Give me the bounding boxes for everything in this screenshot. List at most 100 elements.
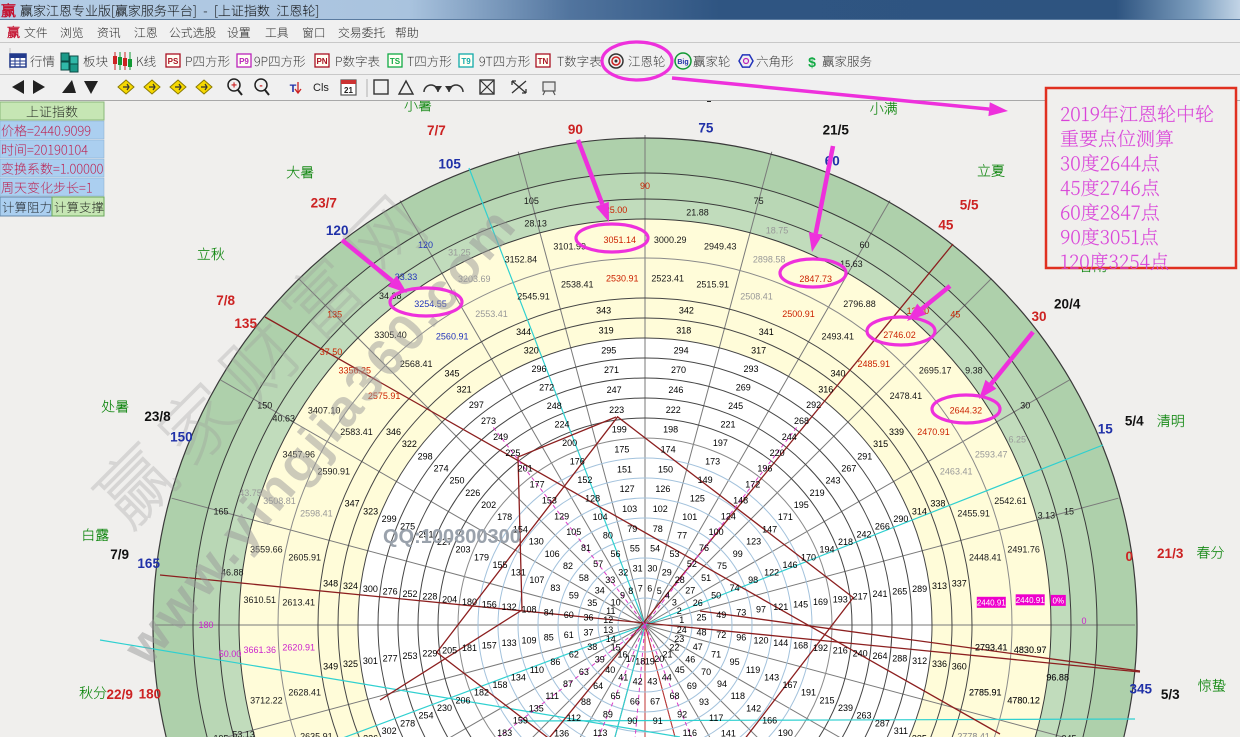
svg-text:342: 342	[679, 306, 694, 316]
svg-text:252: 252	[402, 589, 417, 599]
svg-text:246: 246	[668, 385, 683, 395]
svg-text:2545.91: 2545.91	[517, 291, 550, 301]
svg-text:254: 254	[418, 711, 433, 721]
svg-text:135: 135	[234, 316, 257, 331]
svg-text:195: 195	[213, 734, 228, 737]
svg-text:195: 195	[794, 500, 809, 510]
svg-text:31: 31	[633, 564, 643, 574]
svg-text:77: 77	[677, 530, 687, 540]
svg-text:296: 296	[531, 364, 546, 374]
svg-text:94: 94	[717, 679, 727, 689]
svg-text:4830.97: 4830.97	[1014, 645, 1047, 655]
svg-text:15: 15	[1098, 422, 1114, 437]
svg-text:45: 45	[950, 310, 960, 320]
svg-text:165: 165	[137, 556, 160, 571]
svg-text:245: 245	[728, 401, 743, 411]
svg-text:204: 204	[442, 594, 457, 604]
svg-text:5/4: 5/4	[1125, 413, 1144, 428]
svg-text:101: 101	[682, 512, 697, 522]
svg-text:3152.84: 3152.84	[505, 255, 538, 265]
svg-text:269: 269	[736, 383, 751, 393]
svg-text:244: 244	[782, 432, 797, 442]
svg-text:8: 8	[628, 586, 633, 596]
svg-text:294: 294	[674, 345, 689, 355]
svg-text:312: 312	[912, 656, 927, 666]
svg-text:65: 65	[610, 691, 620, 701]
svg-text:126: 126	[655, 484, 670, 494]
svg-text:2796.88: 2796.88	[843, 299, 876, 309]
svg-text:81: 81	[581, 543, 591, 553]
svg-text:97: 97	[756, 605, 766, 615]
svg-text:23/7: 23/7	[311, 195, 337, 210]
svg-text:102: 102	[653, 504, 668, 514]
svg-text:2898.58: 2898.58	[753, 255, 786, 265]
svg-text:172: 172	[745, 480, 760, 490]
svg-text:148: 148	[733, 495, 748, 505]
svg-text:180: 180	[462, 597, 477, 607]
svg-text:360: 360	[952, 661, 967, 671]
svg-text:276: 276	[383, 587, 398, 597]
svg-text:96.88: 96.88	[1046, 673, 1069, 683]
svg-text:191: 191	[801, 688, 816, 698]
svg-text:50: 50	[711, 591, 721, 601]
svg-text:50.00: 50.00	[219, 649, 242, 659]
svg-text:3: 3	[672, 598, 677, 608]
svg-text:318: 318	[676, 326, 691, 336]
svg-text:7: 7	[638, 583, 643, 593]
svg-text:215: 215	[819, 695, 834, 705]
svg-text:2613.41: 2613.41	[282, 597, 315, 607]
svg-text:316: 316	[818, 384, 833, 394]
svg-text:151: 151	[617, 464, 632, 474]
svg-text:343: 343	[596, 306, 611, 316]
svg-text:26: 26	[693, 598, 703, 608]
svg-text:345: 345	[1130, 681, 1153, 696]
svg-text:270: 270	[671, 365, 686, 375]
svg-text:45: 45	[938, 218, 954, 233]
svg-text:42: 42	[633, 677, 643, 687]
svg-text:39: 39	[595, 655, 605, 665]
svg-text:345: 345	[444, 369, 459, 379]
svg-text:59: 59	[569, 591, 579, 601]
svg-text:89: 89	[603, 710, 613, 720]
svg-text:230: 230	[437, 703, 452, 713]
svg-text:93: 93	[699, 697, 709, 707]
svg-text:120: 120	[326, 223, 349, 238]
svg-text:62: 62	[569, 650, 579, 660]
svg-text:250: 250	[449, 476, 464, 486]
svg-text:58: 58	[579, 573, 589, 583]
svg-text:21/5: 21/5	[823, 123, 850, 138]
svg-text:311: 311	[894, 726, 908, 736]
svg-text:315: 315	[873, 439, 888, 449]
svg-text:92: 92	[677, 710, 687, 720]
svg-text:194: 194	[819, 545, 834, 555]
svg-text:176: 176	[570, 457, 585, 467]
svg-text:127: 127	[620, 484, 635, 494]
svg-text:85: 85	[544, 633, 554, 643]
svg-text:299: 299	[382, 514, 397, 524]
svg-text:4780.12: 4780.12	[1007, 695, 1040, 705]
svg-text:70: 70	[701, 667, 711, 677]
svg-text:319: 319	[599, 326, 614, 336]
svg-text:29: 29	[662, 567, 672, 577]
svg-text:263: 263	[856, 711, 871, 721]
svg-text:Big: Big	[677, 59, 688, 66]
svg-text:153: 153	[542, 495, 557, 505]
svg-text:166: 166	[762, 716, 777, 726]
svg-text:68: 68	[669, 691, 679, 701]
svg-text:128: 128	[585, 493, 600, 503]
svg-text:134: 134	[511, 672, 526, 682]
svg-text:222: 222	[666, 405, 681, 415]
svg-text:5/3: 5/3	[1161, 687, 1180, 702]
svg-text:2542.61: 2542.61	[994, 496, 1027, 506]
svg-text:2440.91: 2440.91	[1016, 596, 1045, 605]
svg-text:56: 56	[610, 549, 620, 559]
svg-text:174: 174	[661, 445, 676, 455]
svg-text:157: 157	[482, 641, 497, 651]
svg-text:197: 197	[713, 438, 728, 448]
svg-text:7/8: 7/8	[216, 293, 235, 308]
svg-text:243: 243	[825, 476, 840, 486]
svg-text:290: 290	[893, 514, 908, 524]
svg-text:278: 278	[400, 718, 415, 728]
svg-text:113: 113	[593, 728, 607, 737]
svg-text:143: 143	[764, 672, 779, 682]
